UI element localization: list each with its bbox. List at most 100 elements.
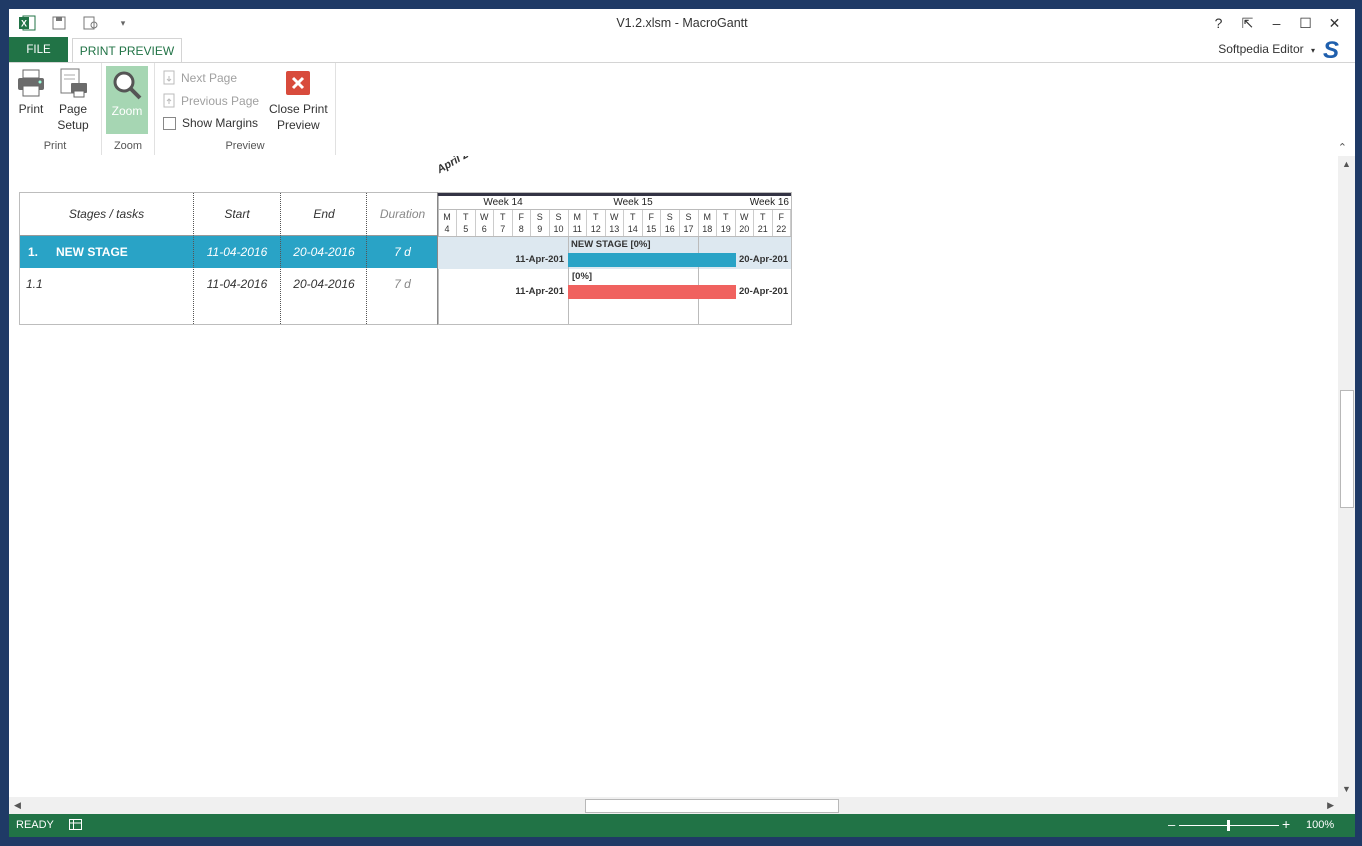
checkbox-box xyxy=(163,116,176,130)
print-preview-area[interactable]: April 2016 Stages / tasks Start End Dura… xyxy=(9,156,1338,797)
gantt-chart: Week 14 Week 15 Week 16 M 4 T 5 W 6 T 7 F 8 S 9 S 10 M… xyxy=(437,192,792,325)
zoom-slider[interactable] xyxy=(1179,820,1279,831)
table-row[interactable]: 1.1 11-04-2016 20-04-2016 7 d xyxy=(20,268,438,300)
page-setup-button[interactable]: Page Setup xyxy=(57,67,89,133)
month-label: April 2016 xyxy=(435,156,487,176)
task-bar[interactable] xyxy=(568,285,736,299)
day-cell: M 18 xyxy=(699,210,717,236)
macro-recording-icon[interactable] xyxy=(69,819,83,834)
next-page-icon xyxy=(163,70,175,85)
user-name: Softpedia Editor xyxy=(1218,42,1304,56)
stage-bar[interactable] xyxy=(568,253,736,267)
day-number: 4 xyxy=(444,224,450,234)
row-name: NEW STAGE xyxy=(56,245,128,259)
title-bar: X ▾ V1.2.xlsm - MacroGantt ? ⇱ – ☐ ✕ xyxy=(9,9,1355,37)
day-letter: T xyxy=(760,212,766,222)
header-start: Start xyxy=(224,207,250,221)
day-cell: S9 xyxy=(531,210,550,236)
close-print-preview-button[interactable]: Close Print Preview xyxy=(269,67,328,133)
horizontal-scroll-thumb[interactable] xyxy=(585,799,839,813)
day-cell: S 16 xyxy=(661,210,680,236)
day-cell: F 22 xyxy=(773,210,791,236)
scroll-right-icon[interactable]: ▶ xyxy=(1327,800,1334,811)
day-letter: W xyxy=(740,212,749,222)
next-page-button[interactable]: Next Page xyxy=(163,70,237,85)
zoom-group-label: Zoom xyxy=(113,140,143,152)
day-letter: S xyxy=(555,212,562,222)
day-cell: S 17 xyxy=(680,210,699,236)
day-letter: T xyxy=(463,212,469,222)
status-ready: READY xyxy=(16,819,54,831)
ribbon-display-options-button[interactable]: ⇱ xyxy=(1233,13,1262,33)
page-setup-label-2: Setup xyxy=(57,118,89,132)
task-bar-label: [0%] xyxy=(572,271,593,282)
task-bar-start-label: 11-Apr-201 xyxy=(515,286,564,297)
scroll-left-icon[interactable]: ◀ xyxy=(14,800,21,811)
row-end: 20-04-2016 xyxy=(293,277,355,291)
stage-bar-end-label: 20-Apr-201 xyxy=(739,254,789,265)
day-cell: M4 xyxy=(438,210,457,236)
gantt-task-table: Stages / tasks Start End Duration 1. NEW… xyxy=(19,192,439,325)
previous-page-button[interactable]: Previous Page xyxy=(163,93,259,108)
day-letter: F xyxy=(778,212,785,222)
week-label: Week 16 xyxy=(749,197,789,208)
task-bar-end-label: 20-Apr-201 xyxy=(739,286,789,297)
day-cell: F 15 xyxy=(643,210,661,236)
collapse-ribbon-icon[interactable]: ⌃ xyxy=(1338,141,1347,154)
tab-file[interactable]: FILE xyxy=(9,37,68,62)
day-header-row: M 4 T 5 W 6 T 7 F 8 S 9 S 10 M 11 T 12 W 13 T 14 F 15 S 16 S 17 M 18 T… xyxy=(438,210,791,236)
header-end: End xyxy=(313,207,335,221)
user-account[interactable]: Softpedia Editor ▾ xyxy=(1218,42,1315,56)
day-letter: T xyxy=(723,212,729,222)
zoom-out-button[interactable]: – xyxy=(1168,817,1175,832)
scroll-up-icon[interactable]: ▲ xyxy=(1342,159,1351,169)
day-cell: F8 xyxy=(513,210,531,236)
print-group: Print Page Setup Print xyxy=(9,63,102,155)
day-number: 7 xyxy=(500,224,506,234)
day-cell: M 11 xyxy=(569,210,587,236)
vertical-scroll-thumb[interactable] xyxy=(1340,390,1354,508)
row-duration: 7 d xyxy=(394,277,411,291)
day-cell: T5 xyxy=(457,210,476,236)
day-cell: W6 xyxy=(476,210,494,236)
zoom-slider-thumb[interactable] xyxy=(1227,820,1230,831)
table-row[interactable]: 1. NEW STAGE 11-04-2016 20-04-2016 7 d xyxy=(20,236,438,268)
row-end: 20-04-2016 xyxy=(293,245,355,259)
header-stages: Stages / tasks xyxy=(68,207,145,221)
help-button[interactable]: ? xyxy=(1204,13,1233,33)
zoom-in-button[interactable]: + xyxy=(1282,816,1290,832)
row-number: 1. xyxy=(28,245,39,259)
show-margins-checkbox[interactable]: Show Margins xyxy=(163,116,258,130)
minimize-button[interactable]: – xyxy=(1262,13,1291,33)
close-button[interactable]: ✕ xyxy=(1320,13,1349,33)
day-number: 12 xyxy=(590,224,601,234)
day-letter: S xyxy=(666,212,673,222)
day-number: 11 xyxy=(572,224,582,234)
row-start: 11-04-2016 xyxy=(206,245,268,259)
tab-print-preview[interactable]: PRINT PREVIEW xyxy=(72,38,182,63)
row-duration: 7 d xyxy=(394,245,411,259)
print-button[interactable]: Print xyxy=(15,67,47,117)
day-number: 10 xyxy=(553,224,564,234)
chevron-down-icon: ▾ xyxy=(1310,46,1315,55)
previous-page-icon xyxy=(163,93,175,108)
day-letter: S xyxy=(536,212,543,222)
scroll-down-icon[interactable]: ▼ xyxy=(1342,784,1351,794)
day-letter: W xyxy=(610,212,619,222)
day-number: 15 xyxy=(646,224,657,234)
day-cell: T 12 xyxy=(587,210,606,236)
day-letter: M xyxy=(573,212,582,222)
day-number: 16 xyxy=(664,224,675,234)
vertical-scrollbar[interactable]: ▲ ▼ xyxy=(1338,156,1355,797)
zoom-percentage[interactable]: 100% xyxy=(1306,819,1334,831)
day-cell: W 20 xyxy=(736,210,754,236)
horizontal-scrollbar[interactable]: ◀ ▶ xyxy=(9,797,1338,814)
day-cell: T 21 xyxy=(754,210,773,236)
day-cell: W 13 xyxy=(606,210,624,236)
maximize-button[interactable]: ☐ xyxy=(1291,13,1320,33)
zoom-button[interactable]: Zoom xyxy=(106,66,148,134)
day-cell: T 14 xyxy=(624,210,643,236)
day-number: 17 xyxy=(683,224,694,234)
row-number: 1.1 xyxy=(26,277,43,291)
softpedia-logo: S xyxy=(1322,37,1339,64)
